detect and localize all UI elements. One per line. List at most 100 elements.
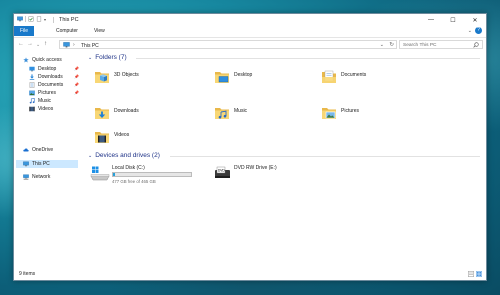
pin-icon: 📌 xyxy=(74,90,79,95)
collapse-chevron-icon[interactable]: ⌄ xyxy=(88,55,92,61)
network-icon xyxy=(23,174,29,180)
folder-pictures[interactable]: Pictures xyxy=(321,105,359,121)
pin-icon: 📌 xyxy=(74,74,79,79)
disk-usage-fill xyxy=(113,173,116,176)
folder-documents[interactable]: Documents xyxy=(321,69,366,85)
search-input[interactable]: Search This PC xyxy=(403,43,437,48)
group-title: Folders (7) xyxy=(95,54,127,61)
pin-icon: 📌 xyxy=(74,82,79,87)
dvd-drive-icon: DVD xyxy=(215,166,230,178)
desktop-icon xyxy=(29,66,35,72)
hard-drive-windows-icon xyxy=(90,166,110,181)
sidebar-item-label: Documents xyxy=(38,82,64,88)
sidebar-item-pictures[interactable]: Pictures xyxy=(29,89,56,97)
sidebar-item-label: Downloads xyxy=(38,74,63,80)
back-button[interactable]: ← xyxy=(18,41,24,47)
sidebar-item-music[interactable]: Music xyxy=(29,97,51,105)
tab-file[interactable]: File xyxy=(14,26,34,36)
up-button[interactable]: ↑ xyxy=(44,41,47,47)
large-icons-view-icon[interactable] xyxy=(476,271,482,277)
sidebar-item-onedrive[interactable]: OneDrive xyxy=(23,146,53,154)
sidebar-item-label: Quick access xyxy=(32,57,62,63)
folder-label: 3D Objects xyxy=(114,72,139,78)
group-header-devices-drives[interactable]: ⌄ Devices and drives (2) xyxy=(88,152,160,159)
details-view-icon[interactable] xyxy=(468,271,474,277)
sidebar-item-label: Network xyxy=(32,174,51,180)
drive-dvd-rw-e[interactable]: DVD DVD RW Drive (E:) xyxy=(214,164,314,182)
group-header-folders[interactable]: ⌄ Folders (7) xyxy=(88,54,127,61)
sidebar-item-label: Pictures xyxy=(38,90,57,96)
sidebar-item-label: Music xyxy=(38,98,52,104)
refresh-button[interactable]: ↻ xyxy=(389,42,394,48)
window-title: This PC xyxy=(59,17,79,23)
folder-label: Desktop xyxy=(234,72,253,78)
search-box[interactable]: Search This PC xyxy=(399,40,483,49)
new-folder-icon[interactable] xyxy=(36,16,42,22)
sidebar-item-quick-access[interactable]: Quick access xyxy=(23,56,62,64)
customize-toolbar-icon[interactable]: ▾ xyxy=(44,17,46,22)
folder-videos[interactable]: Videos xyxy=(94,129,129,145)
sidebar-item-this-pc[interactable]: This PC xyxy=(16,160,78,168)
address-dropdown-icon[interactable]: ⌄ xyxy=(380,42,384,48)
window-controls: — ☐ ✕ xyxy=(420,14,486,26)
breadcrumb-this-pc[interactable]: This PC xyxy=(81,43,99,49)
drive-space-text: 477 GB free of 465 GB xyxy=(112,178,156,184)
folder-label: Videos xyxy=(114,132,130,138)
pictures-icon xyxy=(29,90,35,96)
expand-ribbon-icon[interactable]: ⌄ xyxy=(468,28,472,34)
title-bar[interactable]: ▾ This PC — ☐ ✕ xyxy=(14,14,486,26)
close-button[interactable]: ✕ xyxy=(464,14,486,26)
svg-text:DVD: DVD xyxy=(218,169,225,173)
folder-desktop[interactable]: Desktop xyxy=(214,69,252,85)
onedrive-cloud-icon xyxy=(23,148,29,152)
maximize-button[interactable]: ☐ xyxy=(442,14,464,26)
help-icon[interactable]: ? xyxy=(475,27,482,34)
folder-label: Pictures xyxy=(341,108,360,114)
documents-folder-icon xyxy=(322,70,336,83)
pin-icon: 📌 xyxy=(74,66,79,71)
disk-usage-bar xyxy=(112,172,192,177)
tab-view[interactable]: View xyxy=(89,26,110,36)
folder-music[interactable]: Music xyxy=(214,105,247,121)
music-icon xyxy=(29,98,35,104)
sidebar-item-network[interactable]: Network xyxy=(23,173,50,181)
folder-label: Music xyxy=(234,108,248,114)
group-divider xyxy=(170,156,480,157)
documents-icon xyxy=(29,82,35,88)
music-folder-icon xyxy=(215,108,229,119)
sidebar-item-desktop[interactable]: Desktop xyxy=(29,65,56,73)
folder-3d-objects[interactable]: 3D Objects xyxy=(94,69,139,85)
group-title: Devices and drives (2) xyxy=(95,152,160,159)
minimize-button[interactable]: — xyxy=(420,14,442,26)
quick-access-toolbar: ▾ xyxy=(17,16,46,22)
folder-label: Documents xyxy=(341,72,367,78)
sidebar-item-label: OneDrive xyxy=(32,147,54,153)
pictures-folder-icon xyxy=(322,108,336,119)
folder-label: Downloads xyxy=(114,108,139,114)
navigation-pane: Quick access Desktop 📌 Downloads 📌 Docum… xyxy=(14,52,84,268)
sidebar-item-label: Desktop xyxy=(38,66,57,72)
group-divider xyxy=(136,58,480,59)
sidebar-item-documents[interactable]: Documents xyxy=(29,81,63,89)
navigation-bar: ← → ⌄ ↑ › This PC ⌄ ↻ Search This PC xyxy=(14,37,486,52)
videos-folder-icon xyxy=(95,132,109,143)
sidebar-item-label: Videos xyxy=(38,106,54,112)
ribbon-tabs: File Computer View ⌄ ? xyxy=(14,26,486,36)
file-view: ⌄ Folders (7) 3D Objects Desktop Documen… xyxy=(88,52,484,268)
status-bar: 9 items xyxy=(14,268,486,280)
collapse-chevron-icon[interactable]: ⌄ xyxy=(88,153,92,159)
recent-locations-button[interactable]: ⌄ xyxy=(36,42,40,48)
tab-computer[interactable]: Computer xyxy=(51,26,83,36)
breadcrumb-separator[interactable]: › xyxy=(73,42,75,48)
properties-icon[interactable] xyxy=(28,16,34,22)
drive-local-disk-c[interactable]: Local Disk (C:) 477 GB free of 465 GB xyxy=(90,164,200,186)
folder-downloads[interactable]: Downloads xyxy=(94,105,139,121)
search-icon[interactable] xyxy=(473,42,479,48)
sidebar-item-downloads[interactable]: Downloads xyxy=(29,73,63,81)
downloads-icon xyxy=(29,74,35,80)
this-pc-icon xyxy=(17,16,23,22)
drive-label: Local Disk (C:) xyxy=(112,165,145,171)
address-bar[interactable]: › This PC ⌄ ↻ xyxy=(59,40,397,49)
forward-button[interactable]: → xyxy=(27,41,33,47)
sidebar-item-videos[interactable]: Videos xyxy=(29,105,53,113)
